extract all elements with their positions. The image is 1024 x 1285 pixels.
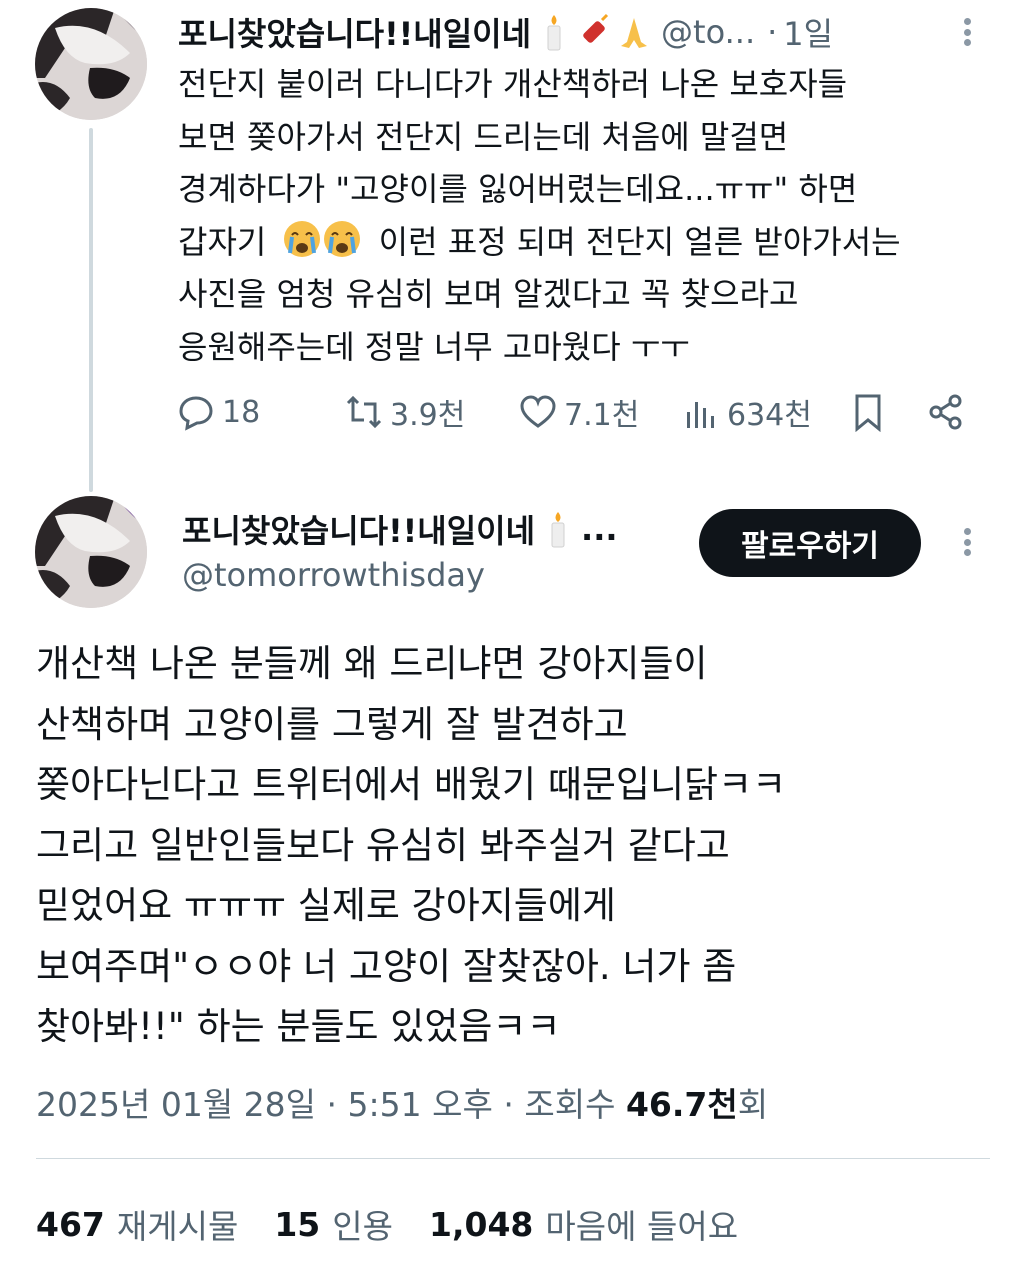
handle[interactable]: @to... [661, 13, 755, 51]
crying-face-icon [283, 220, 360, 257]
text-line: 보면 쫒아가서 전단지 드리는데 처음에 말걸면 [178, 117, 789, 156]
name-ellipsis: ... [581, 510, 618, 548]
text-fragment: 이런 표정 되며 전단지 얼른 받아가서는 [378, 222, 901, 261]
post-date[interactable]: 2025년 01월 28일 [36, 1085, 316, 1124]
view-count: 634천 [727, 398, 812, 433]
tweet-text: 전단지 붙이러 다니다가 개산책하러 나온 보호자들 보면 쫒아가서 전단지 드… [178, 58, 998, 373]
heart-icon [520, 395, 556, 428]
more-options-icon[interactable] [957, 12, 977, 52]
text-line-with-emoji: 갑자기 이런 표정 되며 전단지 얼른 받아가서는 [178, 216, 998, 269]
engagement-stats: 467 재게시물 15 인용 1,048 마음에 들어요 [36, 1200, 774, 1248]
bookmark-button[interactable] [848, 386, 894, 438]
text-line: 개산책 나온 분들께 왜 드리냐면 강아지들이 [36, 642, 708, 685]
views-suffix: 회 [737, 1085, 769, 1124]
firecracker-icon [583, 13, 609, 43]
more-options-icon[interactable] [957, 522, 977, 562]
text-line: 산책하며 고양이를 그렇게 잘 발견하고 [36, 702, 628, 746]
candle-icon [551, 512, 565, 548]
likes-count[interactable]: 1,048 [429, 1205, 533, 1244]
post-time[interactable]: 5:51 오후 [348, 1085, 493, 1124]
retweet-icon [346, 395, 382, 429]
divider [36, 1158, 990, 1159]
like-button[interactable]: 7.1천 [518, 386, 639, 438]
retweet-count: 3.9천 [390, 398, 466, 433]
views-button[interactable]: 634천 [681, 386, 812, 438]
reply-count: 18 [222, 394, 261, 430]
like-count: 7.1천 [564, 398, 640, 433]
author-name-row: 포니찾았습니다!!내일이네 ... [182, 506, 618, 552]
text-line: 응원해주는데 정말 너무 고마웠다 ㅜㅜ [178, 327, 690, 366]
retweets-count[interactable]: 467 [36, 1205, 105, 1244]
share-button[interactable] [926, 386, 972, 438]
retweet-button[interactable]: 3.9천 [344, 386, 465, 438]
tweet-meta: 2025년 01월 28일 · 5:51 오후 · 조회수 46.7천회 [36, 1078, 768, 1126]
text-line: 사진을 엄청 유심히 보며 알겠다고 꼭 찾으라고 [178, 275, 799, 313]
views-value: 46.7천 [625, 1085, 738, 1124]
text-line: 그리고 일반인들보다 유심히 봐주실거 같다고 [36, 823, 730, 867]
separator-dot: · [326, 1085, 338, 1124]
text-line: 보여주며"ㅇㅇ야 너 고양이 잘찾잖아. 너가 좀 [36, 944, 737, 988]
text-fragment: 갑자기 [178, 222, 267, 261]
separator-dot: · [503, 1085, 514, 1124]
quotes-count[interactable]: 15 [274, 1205, 320, 1244]
candle-icon [547, 15, 561, 51]
share-icon [929, 394, 962, 430]
display-name[interactable]: 포니찾았습니다!!내일이네 [182, 506, 535, 552]
text-line: 찾아봐!!" 하는 분들도 있었음ㅋㅋ [36, 1005, 561, 1048]
avatar[interactable] [35, 8, 147, 120]
text-line: 전단지 붙이러 다니다가 개산책하러 나온 보호자들 [178, 65, 848, 103]
tweet-header: 포니찾았습니다!!내일이네 @to... · 1일 [178, 8, 978, 56]
views-label: 조회수 [524, 1085, 616, 1124]
display-name[interactable]: 포니찾았습니다!!내일이네 [178, 9, 531, 55]
thread-connector-line [89, 128, 93, 492]
pray-icon [621, 18, 648, 48]
text-line: 쫒아다닌다고 트위터에서 배웠기 때문입니닭ㅋㅋ [36, 763, 787, 806]
follow-button[interactable]: 팔로우하기 [699, 509, 921, 577]
bookmark-icon [855, 394, 881, 432]
action-bar: 18 3.9천 7.1천 634천 [176, 386, 976, 438]
reply-button[interactable]: 18 [176, 386, 260, 438]
avatar[interactable] [35, 496, 147, 608]
text-line: 경계하다가 "고양이를 잃어버렸는데요...ㅠㅠ" 하면 [178, 170, 858, 208]
handle[interactable]: @tomorrowthisday [182, 556, 485, 594]
tweet-text: 개산책 나온 분들께 왜 드리냐면 강아지들이 산책하며 고양이를 그렇게 잘 … [36, 634, 996, 1058]
analytics-icon [687, 402, 714, 428]
quotes-label[interactable]: 인용 [332, 1200, 393, 1248]
retweets-label[interactable]: 재게시물 [117, 1200, 238, 1248]
text-line: 믿었어요 ㅠㅠㅠ 실제로 강아지들에게 [36, 884, 616, 927]
separator-dot: · [767, 13, 778, 51]
timestamp[interactable]: 1일 [783, 9, 833, 55]
likes-label[interactable]: 마음에 들어요 [545, 1200, 738, 1248]
reply-icon [179, 396, 213, 431]
